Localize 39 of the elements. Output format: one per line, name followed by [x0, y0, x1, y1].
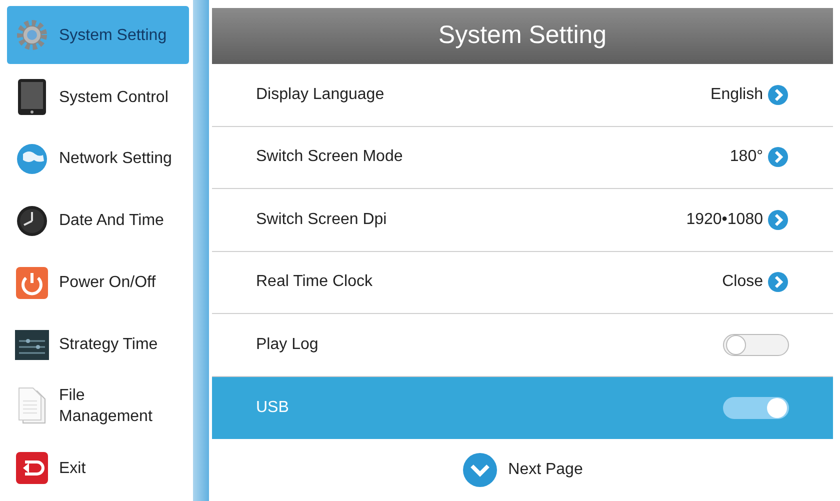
chevron-right-icon — [767, 271, 789, 294]
clock-icon — [15, 204, 49, 238]
sidebar-item[interactable]: Power On/Off — [7, 254, 189, 312]
sidebar-item[interactable]: System Control — [7, 68, 189, 126]
chevron-right-icon — [767, 146, 789, 168]
setting-value: 180° — [730, 147, 763, 168]
power-icon — [15, 266, 49, 300]
chevron-right-icon — [767, 84, 789, 106]
setting-label: Play Log — [256, 334, 320, 355]
tablet-icon — [17, 78, 47, 116]
toggle-switch[interactable] — [723, 334, 789, 356]
schedule-icon — [14, 328, 50, 361]
globe-icon — [15, 142, 49, 176]
sidebar-item[interactable]: Network Setting — [7, 130, 189, 188]
chevron-right-icon — [767, 208, 789, 231]
chevron-down-icon — [462, 452, 498, 488]
sidebar-item[interactable]: File Management — [7, 377, 189, 436]
sidebar-item[interactable]: Exit — [7, 439, 189, 498]
toggle-switch[interactable] — [723, 396, 789, 419]
sidebar-item[interactable]: Strategy Time — [7, 315, 189, 374]
setting-row[interactable]: Real Time Clock Close — [212, 252, 833, 314]
setting-row[interactable]: Switch Screen Dpi 1920•1080 — [212, 189, 833, 252]
sidebar-item[interactable]: Date And Time — [7, 192, 189, 250]
next-page-button[interactable]: Next Page — [462, 452, 583, 488]
setting-label: Real Time Clock — [256, 272, 374, 292]
gear-icon — [15, 18, 49, 52]
setting-label: Switch Screen Dpi — [256, 210, 388, 230]
setting-value: English — [710, 84, 763, 105]
setting-label: Display Language — [256, 84, 386, 105]
panel-title: System Setting — [438, 20, 607, 52]
setting-label: Switch Screen Mode — [256, 147, 404, 168]
setting-value: Close — [722, 272, 763, 292]
setting-row[interactable]: Display Language English — [212, 64, 833, 126]
setting-label: USB — [256, 398, 290, 418]
sidebar-item[interactable]: System Setting — [7, 6, 189, 64]
document-icon — [17, 387, 47, 426]
setting-value: 1920•1080 — [686, 210, 763, 230]
setting-row[interactable]: Switch Screen Mode 180° — [212, 126, 833, 189]
exit-icon — [15, 451, 49, 486]
